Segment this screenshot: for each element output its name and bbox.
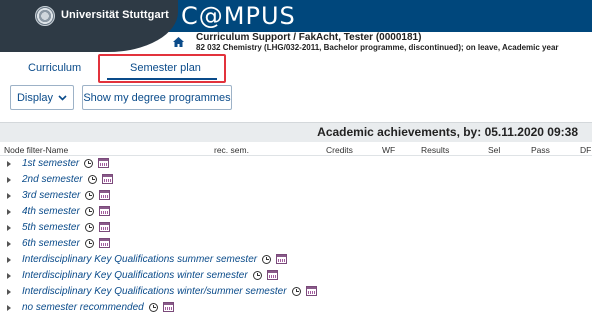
semester-row: Interdisciplinary Key Qualifications win…	[0, 269, 592, 285]
calendar-icon[interactable]	[98, 222, 110, 233]
column-rec-sem[interactable]: rec. sem.	[214, 145, 249, 155]
calendar-icon[interactable]	[305, 286, 317, 297]
tab-curriculum[interactable]: Curriculum	[28, 62, 81, 74]
show-degree-programmes-button[interactable]: Show my degree programmes	[82, 85, 232, 110]
semester-row: 2nd semester	[0, 173, 592, 189]
row-label: 6th semester	[22, 238, 80, 249]
caret-right-icon[interactable]	[7, 209, 11, 215]
clock-icon[interactable]	[291, 286, 301, 296]
display-button-label: Display	[16, 91, 54, 104]
calendar-icon[interactable]	[266, 270, 278, 281]
user-name-line: Curriculum Support / FakAcht, Tester (00…	[196, 32, 422, 43]
caret-right-icon[interactable]	[7, 273, 11, 279]
semester-row: 4th semester	[0, 205, 592, 221]
semester-row-link[interactable]: 2nd semester	[22, 174, 113, 185]
caret-right-icon[interactable]	[7, 193, 11, 199]
calendar-icon[interactable]	[98, 238, 110, 249]
calendar-icon[interactable]	[101, 174, 113, 185]
clock-icon[interactable]	[84, 238, 94, 248]
clock-icon[interactable]	[85, 190, 95, 200]
column-results[interactable]: Results	[421, 145, 449, 155]
caret-right-icon[interactable]	[7, 225, 11, 231]
row-label: 5th semester	[22, 222, 80, 233]
semester-row-link[interactable]: 6th semester	[22, 238, 110, 249]
semester-row-link[interactable]: 1st semester	[22, 158, 110, 169]
column-wf[interactable]: WF	[382, 145, 395, 155]
caret-right-icon[interactable]	[7, 241, 11, 247]
semester-row: 1st semester	[0, 157, 592, 173]
clock-icon[interactable]	[148, 302, 158, 312]
caret-right-icon[interactable]	[7, 257, 11, 263]
semester-row-link[interactable]: Interdisciplinary Key Qualifications sum…	[22, 254, 288, 265]
column-df[interactable]: DF	[580, 145, 591, 155]
clock-icon[interactable]	[87, 174, 97, 184]
clock-icon[interactable]	[84, 222, 94, 232]
caret-right-icon[interactable]	[7, 161, 11, 167]
university-logo[interactable]: Universität Stuttgart	[0, 0, 178, 52]
clock-icon[interactable]	[84, 206, 94, 216]
clock-icon[interactable]	[262, 254, 272, 264]
semester-row: no semester recommended	[0, 301, 592, 317]
clock-icon[interactable]	[84, 158, 94, 168]
caret-right-icon[interactable]	[7, 305, 11, 311]
caret-right-icon[interactable]	[7, 177, 11, 183]
row-label: Interdisciplinary Key Qualifications sum…	[22, 254, 258, 265]
semester-row: 6th semester	[0, 237, 592, 253]
university-seal-icon	[35, 6, 55, 26]
semester-row-link[interactable]: no semester recommended	[22, 302, 174, 313]
highlight-annotation	[98, 54, 226, 83]
semester-row-link[interactable]: 4th semester	[22, 206, 110, 217]
semester-row-link[interactable]: 3rd semester	[22, 190, 111, 201]
display-button[interactable]: Display	[10, 85, 74, 110]
header-divider	[0, 155, 592, 156]
column-node-filter[interactable]: Node filter-Name	[4, 145, 68, 155]
app-header: Universität Stuttgart C@MPUS Curriculum …	[0, 0, 592, 52]
calendar-icon[interactable]	[99, 190, 111, 201]
programme-line: 82 032 Chemistry (LHG/032-2011, Bachelor…	[196, 43, 559, 52]
semester-row: Interdisciplinary Key Qualifications sum…	[0, 253, 592, 269]
home-icon[interactable]	[173, 37, 184, 47]
semester-row-link[interactable]: Interdisciplinary Key Qualifications win…	[22, 270, 278, 281]
caret-right-icon[interactable]	[7, 289, 11, 295]
semester-row-link[interactable]: Interdisciplinary Key Qualifications win…	[22, 286, 317, 297]
show-degree-programmes-label: Show my degree programmes	[83, 91, 231, 104]
app-title: C@MPUS	[181, 2, 296, 30]
row-label: Interdisciplinary Key Qualifications win…	[22, 270, 248, 281]
calendar-icon[interactable]	[98, 158, 110, 169]
achievements-title: Academic achievements, by: 05.11.2020 09…	[317, 125, 578, 139]
row-label: Interdisciplinary Key Qualifications win…	[22, 286, 287, 297]
row-label: 4th semester	[22, 206, 80, 217]
column-pass[interactable]: Pass	[531, 145, 550, 155]
semester-row-link[interactable]: 5th semester	[22, 222, 110, 233]
row-label: no semester recommended	[22, 302, 144, 313]
chevron-down-icon	[58, 94, 67, 101]
semester-row: 5th semester	[0, 221, 592, 237]
row-label: 2nd semester	[22, 174, 83, 185]
semester-row: 3rd semester	[0, 189, 592, 205]
calendar-icon[interactable]	[162, 302, 174, 313]
calendar-icon[interactable]	[276, 254, 288, 265]
row-label: 1st semester	[22, 158, 80, 169]
column-sel[interactable]: Sel	[488, 145, 500, 155]
achievements-bar: Academic achievements, by: 05.11.2020 09…	[0, 122, 592, 142]
semester-row: Interdisciplinary Key Qualifications win…	[0, 285, 592, 301]
column-credits[interactable]: Credits	[326, 145, 353, 155]
logo-text: Universität Stuttgart	[61, 9, 169, 21]
row-label: 3rd semester	[22, 190, 81, 201]
clock-icon[interactable]	[252, 270, 262, 280]
calendar-icon[interactable]	[98, 206, 110, 217]
